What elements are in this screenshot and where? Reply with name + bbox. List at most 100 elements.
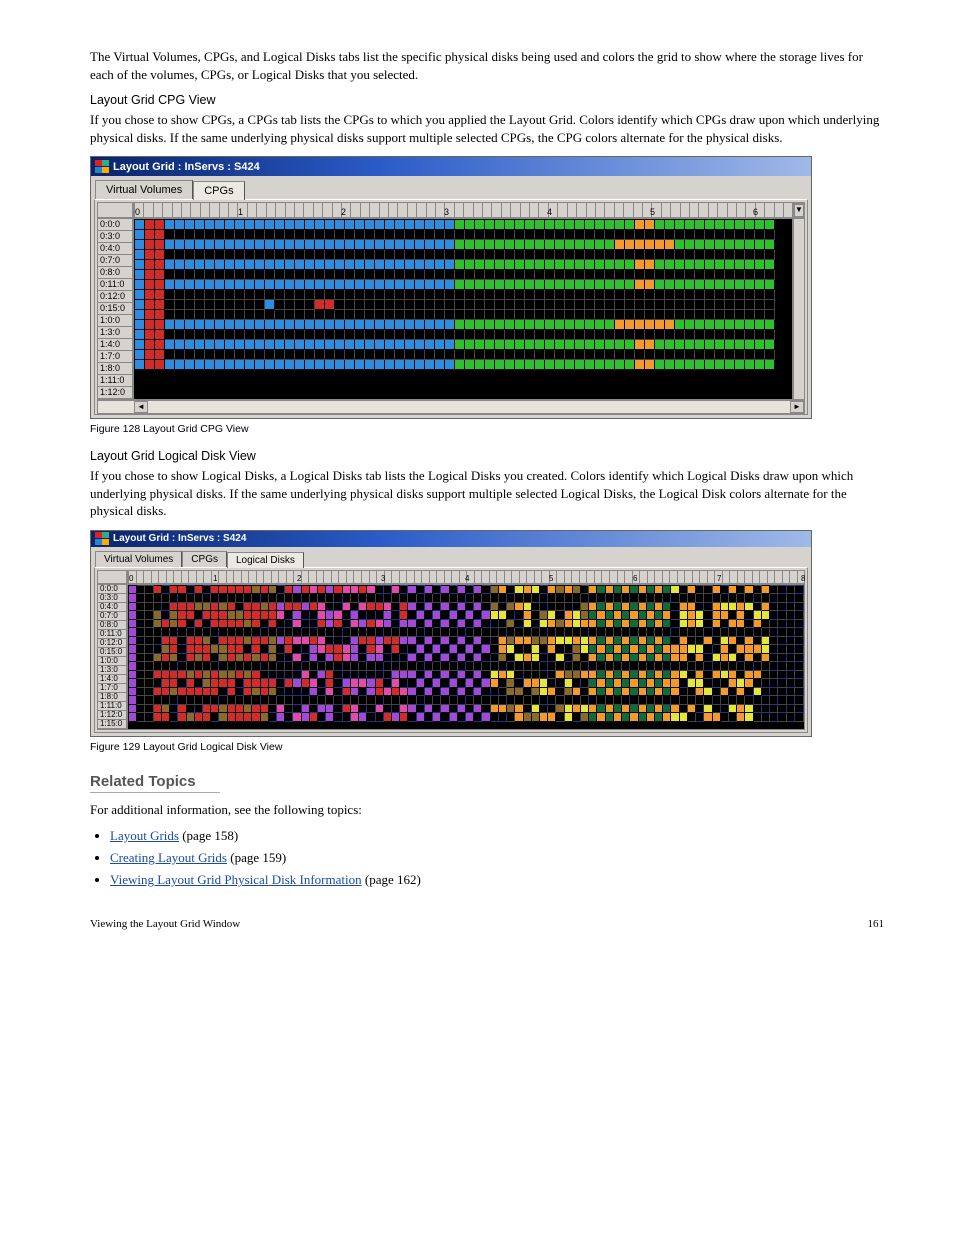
grid-cell[interactable] bbox=[646, 585, 654, 594]
grid-cell[interactable] bbox=[318, 704, 326, 713]
grid-cell[interactable] bbox=[786, 662, 794, 671]
grid-cell[interactable] bbox=[355, 250, 365, 260]
grid-cell[interactable] bbox=[195, 310, 205, 320]
grid-cell[interactable] bbox=[545, 220, 555, 230]
grid-cell[interactable] bbox=[635, 280, 645, 290]
grid-cell[interactable] bbox=[605, 310, 615, 320]
grid-cell[interactable] bbox=[424, 696, 432, 705]
grid-cell[interactable] bbox=[535, 230, 545, 240]
grid-cell[interactable] bbox=[145, 645, 153, 654]
grid-cell[interactable] bbox=[745, 280, 755, 290]
grid-cell[interactable] bbox=[597, 628, 605, 637]
grid-cell[interactable] bbox=[615, 300, 625, 310]
grid-cell[interactable] bbox=[245, 240, 255, 250]
grid-cell[interactable] bbox=[589, 662, 597, 671]
grid-cell[interactable] bbox=[655, 594, 663, 603]
grid-cell[interactable] bbox=[309, 619, 317, 628]
grid-cell[interactable] bbox=[178, 628, 186, 637]
grid-cell[interactable] bbox=[455, 290, 465, 300]
grid-cell[interactable] bbox=[745, 270, 755, 280]
grid-cell[interactable] bbox=[153, 670, 161, 679]
grid-cell[interactable] bbox=[485, 280, 495, 290]
grid-cell[interactable] bbox=[265, 220, 275, 230]
grid-cell[interactable] bbox=[295, 290, 305, 300]
grid-cell[interactable] bbox=[245, 320, 255, 330]
grid-cell[interactable] bbox=[449, 628, 457, 637]
grid-cell[interactable] bbox=[646, 696, 654, 705]
grid-cell[interactable] bbox=[441, 585, 449, 594]
grid-cell[interactable] bbox=[255, 330, 265, 340]
grid-cell[interactable] bbox=[572, 628, 580, 637]
grid-cell[interactable] bbox=[695, 260, 705, 270]
grid-cell[interactable] bbox=[485, 330, 495, 340]
grid-cell[interactable] bbox=[276, 687, 284, 696]
grid-cell[interactable] bbox=[365, 250, 375, 260]
grid-cell[interactable] bbox=[301, 645, 309, 654]
grid-cell[interactable] bbox=[335, 250, 345, 260]
grid-cell[interactable] bbox=[275, 320, 285, 330]
grid-cell[interactable] bbox=[255, 340, 265, 350]
grid-cell[interactable] bbox=[345, 330, 355, 340]
grid-cell[interactable] bbox=[675, 360, 685, 370]
grid-cell[interactable] bbox=[515, 360, 525, 370]
grid-cell[interactable] bbox=[725, 330, 735, 340]
grid-cell[interactable] bbox=[185, 310, 195, 320]
grid-cell[interactable] bbox=[786, 687, 794, 696]
grid-cell[interactable] bbox=[585, 330, 595, 340]
grid-cell[interactable] bbox=[334, 679, 342, 688]
grid-cell[interactable] bbox=[342, 679, 350, 688]
grid-cell[interactable] bbox=[671, 670, 679, 679]
grid-cell[interactable] bbox=[531, 619, 539, 628]
grid-cell[interactable] bbox=[245, 340, 255, 350]
grid-cell[interactable] bbox=[435, 220, 445, 230]
grid-cell[interactable] bbox=[765, 270, 775, 280]
grid-cell[interactable] bbox=[531, 662, 539, 671]
grid-cell[interactable] bbox=[720, 713, 728, 722]
grid-cell[interactable] bbox=[655, 360, 665, 370]
grid-cell[interactable] bbox=[671, 611, 679, 620]
grid-cell[interactable] bbox=[665, 220, 675, 230]
grid-cell[interactable] bbox=[260, 662, 268, 671]
grid-cell[interactable] bbox=[392, 713, 400, 722]
grid-cell[interactable] bbox=[655, 350, 665, 360]
grid-cell[interactable] bbox=[655, 300, 665, 310]
grid-cell[interactable] bbox=[178, 619, 186, 628]
grid-cell[interactable] bbox=[365, 320, 375, 330]
grid-cell[interactable] bbox=[211, 645, 219, 654]
grid-cell[interactable] bbox=[704, 679, 712, 688]
grid-cell[interactable] bbox=[145, 602, 153, 611]
grid-cell[interactable] bbox=[355, 300, 365, 310]
grid-cell[interactable] bbox=[445, 260, 455, 270]
grid-cell[interactable] bbox=[622, 645, 630, 654]
grid-cell[interactable] bbox=[765, 220, 775, 230]
grid-cell[interactable] bbox=[275, 330, 285, 340]
grid-cell[interactable] bbox=[135, 240, 145, 250]
grid-cell[interactable] bbox=[753, 696, 761, 705]
grid-cell[interactable] bbox=[465, 320, 475, 330]
grid-cell[interactable] bbox=[350, 670, 358, 679]
grid-cell[interactable] bbox=[301, 585, 309, 594]
grid-cell[interactable] bbox=[605, 628, 613, 637]
grid-cell[interactable] bbox=[433, 636, 441, 645]
grid-cell[interactable] bbox=[265, 240, 275, 250]
grid-cell[interactable] bbox=[581, 594, 589, 603]
grid-cell[interactable] bbox=[219, 594, 227, 603]
grid-cell[interactable] bbox=[770, 594, 778, 603]
grid-cell[interactable] bbox=[704, 628, 712, 637]
grid-cell[interactable] bbox=[161, 636, 169, 645]
grid-cell[interactable] bbox=[515, 679, 523, 688]
grid-cell[interactable] bbox=[424, 713, 432, 722]
grid-cell[interactable] bbox=[786, 713, 794, 722]
grid-cell[interactable] bbox=[655, 250, 665, 260]
grid-cell[interactable] bbox=[435, 230, 445, 240]
grid-cell[interactable] bbox=[485, 240, 495, 250]
grid-cell[interactable] bbox=[449, 662, 457, 671]
grid-cell[interactable] bbox=[457, 619, 465, 628]
grid-cell[interactable] bbox=[449, 704, 457, 713]
grid-cell[interactable] bbox=[613, 619, 621, 628]
grid-cell[interactable] bbox=[285, 585, 293, 594]
grid-cell[interactable] bbox=[645, 230, 655, 240]
grid-cell[interactable] bbox=[449, 619, 457, 628]
grid-cell[interactable] bbox=[367, 594, 375, 603]
grid-cell[interactable] bbox=[572, 696, 580, 705]
